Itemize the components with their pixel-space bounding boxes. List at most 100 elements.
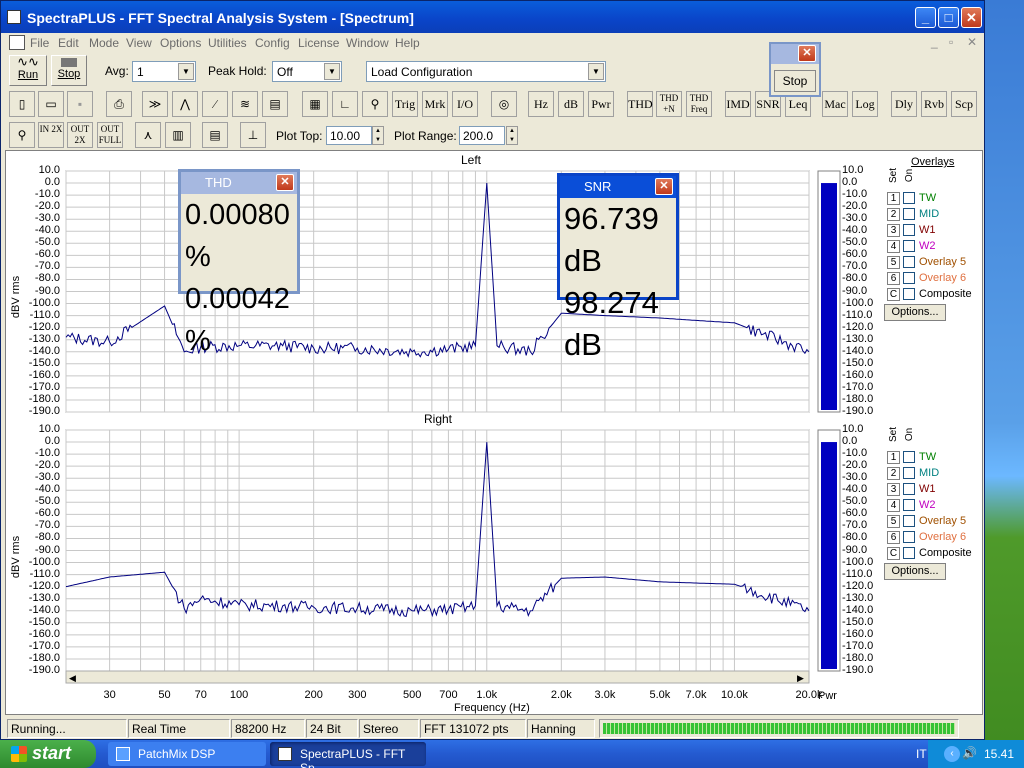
overlay-row[interactable]: 3 W1 xyxy=(887,224,936,237)
title-bar[interactable]: SpectraPLUS - FFT Spectral Analysis Syst… xyxy=(1,1,984,33)
fft-forward-icon[interactable]: ≫ xyxy=(142,91,168,117)
overlay-row[interactable]: 1 TW xyxy=(887,451,936,464)
overlay-set-button[interactable]: 5 xyxy=(887,515,900,528)
scp-button[interactable]: Scp xyxy=(951,91,977,117)
overlay-checkbox[interactable] xyxy=(903,451,915,464)
stop-popup-titlebar[interactable]: ✕ xyxy=(771,44,819,64)
plot-top-input[interactable]: 10.00 xyxy=(326,126,372,145)
mdi-close-icon[interactable]: ✕ xyxy=(967,35,977,49)
imd-button[interactable]: IMD xyxy=(725,91,751,117)
cursor-icon[interactable]: ⚲ xyxy=(362,91,388,117)
close-button[interactable]: ✕ xyxy=(961,7,982,28)
plot-range-input[interactable]: 200.0 xyxy=(459,126,505,145)
overlay-row[interactable]: 3 W1 xyxy=(887,483,936,496)
overlay-row[interactable]: 4 W2 xyxy=(887,240,936,253)
scale-icon[interactable]: ⊥ xyxy=(240,122,266,148)
overlay-row[interactable]: 4 W2 xyxy=(887,499,936,512)
scroll-left-icon[interactable]: ◀ xyxy=(69,673,76,683)
waterfall-icon[interactable]: ≋ xyxy=(232,91,258,117)
plot-top-spinner[interactable]: ▲ ▼ xyxy=(372,126,384,145)
open-folder-icon[interactable]: ▭ xyxy=(38,91,64,117)
save-disk-icon[interactable]: ▪ xyxy=(67,91,93,117)
stop-button[interactable]: Stop xyxy=(51,55,87,86)
run-button[interactable]: ∿∿ Run xyxy=(9,55,47,86)
overlay-row[interactable]: 6 Overlay 6 xyxy=(887,531,966,544)
hz-button[interactable]: Hz xyxy=(528,91,554,117)
menu-window[interactable]: Window xyxy=(346,36,389,50)
options-button-left[interactable]: Options... xyxy=(884,304,946,321)
menu-license[interactable]: License xyxy=(298,36,339,50)
task-patchmix[interactable]: PatchMix DSP xyxy=(108,742,266,766)
mdi-minimize-icon[interactable]: _ xyxy=(931,35,938,49)
zoom-out-full-button[interactable]: OUT FULL xyxy=(97,122,123,148)
overlay-set-button[interactable]: 6 xyxy=(887,531,900,544)
io-button[interactable]: I/O xyxy=(452,91,478,117)
overlay-checkbox[interactable] xyxy=(903,224,915,237)
overlay-checkbox[interactable] xyxy=(903,531,915,544)
overlay-checkbox[interactable] xyxy=(903,515,915,528)
menu-config[interactable]: Config xyxy=(255,36,290,50)
minimize-button[interactable]: _ xyxy=(915,7,936,28)
overlay-row[interactable]: 6 Overlay 6 xyxy=(887,272,966,285)
overlay-row[interactable]: 2 MID xyxy=(887,208,939,221)
maximize-button[interactable]: □ xyxy=(938,7,959,28)
overlay-checkbox[interactable] xyxy=(903,208,915,221)
overlay-checkbox[interactable] xyxy=(903,467,915,480)
overlay-set-button[interactable]: 4 xyxy=(887,499,900,512)
new-file-icon[interactable]: ▯ xyxy=(9,91,35,117)
menu-utilities[interactable]: Utilities xyxy=(208,36,247,50)
task-spectraplus[interactable]: SpectraPLUS - FFT Sp... xyxy=(270,742,426,768)
generator-icon[interactable]: ◎ xyxy=(491,91,517,117)
overlay-row[interactable]: 5 Overlay 5 xyxy=(887,515,966,528)
doc-icon[interactable] xyxy=(9,35,25,50)
overlay-checkbox[interactable] xyxy=(903,256,915,269)
overlay-checkbox[interactable] xyxy=(903,499,915,512)
menu-help[interactable]: Help xyxy=(395,36,420,50)
axis-icon[interactable]: ∟ xyxy=(332,91,358,117)
chevron-down-icon[interactable]: ▼ xyxy=(324,63,340,80)
mrk-button[interactable]: Mrk xyxy=(422,91,448,117)
bars-icon[interactable]: ▥ xyxy=(165,122,191,148)
options-button-right[interactable]: Options... xyxy=(884,563,946,580)
overlay-set-button[interactable]: C xyxy=(887,288,900,301)
menu-options[interactable]: Options xyxy=(160,36,201,50)
overlay-set-button[interactable]: 6 xyxy=(887,272,900,285)
tray-expand-icon[interactable]: ‹ xyxy=(944,746,960,762)
zoom-out-2x-button[interactable]: OUT 2X xyxy=(67,122,93,148)
overlay-row[interactable]: 5 Overlay 5 xyxy=(887,256,966,269)
spectrum-chart[interactable]: ◀ ▶ xyxy=(6,151,982,714)
overlay-set-button[interactable]: 2 xyxy=(887,467,900,480)
rvb-button[interactable]: Rvb xyxy=(921,91,947,117)
overlay-set-button[interactable]: 1 xyxy=(887,451,900,464)
overlay-checkbox[interactable] xyxy=(903,240,915,253)
overlay-set-button[interactable]: 4 xyxy=(887,240,900,253)
overlay-row[interactable]: 2 MID xyxy=(887,467,939,480)
overlay-set-button[interactable]: 1 xyxy=(887,192,900,205)
overlay-checkbox[interactable] xyxy=(903,288,915,301)
close-icon[interactable]: ✕ xyxy=(798,45,816,62)
mac-button[interactable]: Mac xyxy=(822,91,848,117)
mdi-restore-icon[interactable]: ▫ xyxy=(949,35,953,49)
overlay-checkbox[interactable] xyxy=(903,192,915,205)
overlay-row[interactable]: C Composite xyxy=(887,288,972,301)
report-icon[interactable]: ▦ xyxy=(302,91,328,117)
print-icon[interactable]: ⎙ xyxy=(106,91,132,117)
start-button[interactable]: start xyxy=(0,740,96,768)
thdn-button[interactable]: THD +N xyxy=(656,91,682,117)
avg-select[interactable]: 1 ▼ xyxy=(132,61,196,82)
peak-hold-select[interactable]: Off ▼ xyxy=(272,61,342,82)
close-icon[interactable]: ✕ xyxy=(655,178,673,195)
load-configuration-select[interactable]: Load Configuration ▼ xyxy=(366,61,606,82)
spectrum-icon[interactable]: ⋀ xyxy=(172,91,198,117)
overlay-row[interactable]: 1 TW xyxy=(887,192,936,205)
overlay-checkbox[interactable] xyxy=(903,272,915,285)
pwr-button[interactable]: Pwr xyxy=(588,91,614,117)
thd-window-titlebar[interactable]: THD ✕ xyxy=(181,172,297,194)
thd-freq-button[interactable]: THD Freq xyxy=(686,91,712,117)
language-indicator[interactable]: IT xyxy=(916,747,927,761)
trig-button[interactable]: Trig xyxy=(392,91,418,117)
volume-icon[interactable]: 🔊 xyxy=(962,746,977,760)
overlay-set-button[interactable]: 3 xyxy=(887,483,900,496)
thd-button[interactable]: THD xyxy=(627,91,653,117)
stop-popup-button[interactable]: Stop xyxy=(774,70,816,92)
